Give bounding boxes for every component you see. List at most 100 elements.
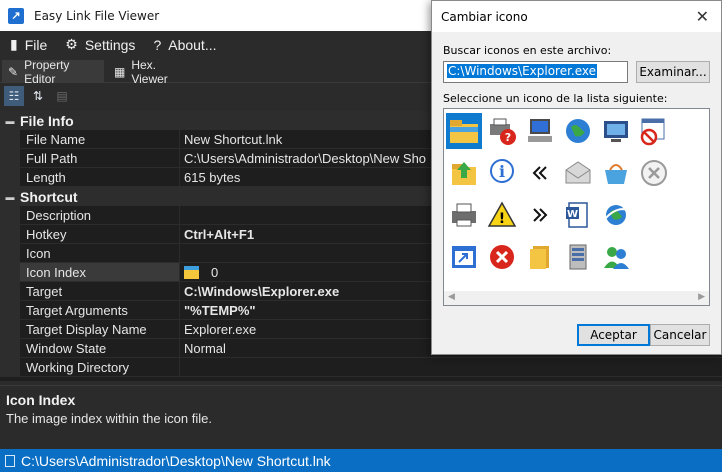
- svg-text:i: i: [499, 162, 505, 181]
- row-gutter: [0, 149, 20, 168]
- folder-up-icon[interactable]: [446, 155, 482, 191]
- svg-text:?: ?: [505, 131, 511, 144]
- document-icon[interactable]: W: [560, 197, 596, 233]
- globe-network-icon[interactable]: [598, 197, 634, 233]
- row-gutter: [0, 301, 20, 320]
- svg-text:W: W: [567, 209, 578, 220]
- property-name: Target Display Name: [20, 320, 180, 339]
- menu-file-label: File: [24, 36, 48, 53]
- fast-forward-icon[interactable]: [522, 197, 558, 233]
- cancel-circle-icon[interactable]: [636, 155, 672, 191]
- row-gutter: [0, 130, 20, 149]
- hex-grid-icon: ▦: [114, 64, 126, 79]
- window-blocked-icon[interactable]: [636, 113, 672, 149]
- change-icon-dialog: Cambiar icono ✕ Buscar iconos en este ar…: [431, 0, 722, 355]
- property-name: Icon Index: [20, 263, 180, 282]
- row-gutter: [0, 358, 20, 377]
- icon-index-value: 0: [211, 264, 219, 280]
- property-editor-icon: ✎: [8, 64, 19, 79]
- status-path: C:\Users\Administrador\Desktop\New Short…: [21, 452, 331, 469]
- users-icon[interactable]: [598, 239, 634, 275]
- menu-about[interactable]: ? About...: [153, 37, 216, 53]
- property-name: File Name: [20, 130, 180, 149]
- info-icon[interactable]: i: [484, 155, 520, 191]
- window-title: Easy Link File Viewer: [34, 8, 160, 23]
- error-icon[interactable]: [484, 239, 520, 275]
- rewind-icon[interactable]: [522, 155, 558, 191]
- category-label: Shortcut: [20, 188, 78, 205]
- property-value[interactable]: [180, 358, 722, 377]
- property-name: Working Directory: [20, 358, 180, 377]
- row-gutter: [0, 282, 20, 301]
- horizontal-scrollbar[interactable]: ◀ ▶: [444, 291, 709, 305]
- server-icon[interactable]: [560, 239, 596, 275]
- property-name: Target: [20, 282, 180, 301]
- warning-icon[interactable]: !: [484, 197, 520, 233]
- row-gutter: [0, 244, 20, 263]
- help-title: Icon Index: [6, 392, 76, 408]
- property-row-working-directory[interactable]: Working Directory: [0, 358, 722, 377]
- property-name: Length: [20, 168, 180, 187]
- sort-az-icon: ⇅: [32, 89, 44, 103]
- path-value: C:\Windows\Explorer.exe: [447, 64, 598, 78]
- property-name: Description: [20, 206, 180, 225]
- property-name: Target Arguments: [20, 301, 180, 320]
- search-label: Buscar iconos en este archivo:: [443, 44, 612, 57]
- computer-icon[interactable]: [522, 113, 558, 149]
- menu-settings-label: Settings: [84, 36, 136, 53]
- folders-icon[interactable]: [522, 239, 558, 275]
- property-name: Full Path: [20, 149, 180, 168]
- dialog-title: Cambiar icono: [441, 9, 528, 24]
- basket-icon[interactable]: [598, 155, 634, 191]
- ok-button[interactable]: Aceptar: [577, 324, 650, 346]
- menu-file[interactable]: ▮ File: [10, 36, 47, 53]
- row-gutter: [0, 320, 20, 339]
- icon-list[interactable]: ? i ! W ◀ ▶: [443, 108, 710, 306]
- browse-button[interactable]: Examinar...: [636, 61, 710, 83]
- alphabetical-sort-button[interactable]: ⇅: [28, 86, 48, 106]
- window-arrow-icon[interactable]: [446, 239, 482, 275]
- status-bar: C:\Users\Administrador\Desktop\New Short…: [0, 449, 722, 472]
- dialog-title-bar: Cambiar icono: [432, 1, 721, 32]
- tab-hex-viewer[interactable]: ▦ Hex. Viewer: [108, 57, 198, 86]
- question-icon: ?: [153, 36, 162, 53]
- cancel-button[interactable]: Cancelar: [650, 324, 710, 346]
- property-pages-icon: ▤: [56, 89, 68, 103]
- row-gutter: [0, 263, 20, 282]
- folder-icon[interactable]: [446, 113, 482, 149]
- tab-property-editor[interactable]: ✎ Property Editor: [2, 57, 104, 86]
- row-gutter: [0, 206, 20, 225]
- property-pages-button[interactable]: ▤: [52, 86, 72, 106]
- scroll-right-icon[interactable]: ▶: [698, 292, 705, 302]
- printer-error-icon[interactable]: ?: [484, 113, 520, 149]
- category-label: File Info: [20, 112, 74, 129]
- icon-list-label: Seleccione un icono de la lista siguient…: [443, 92, 668, 105]
- tab-property-editor-label: Property Editor: [24, 57, 70, 86]
- icon-file-path-input[interactable]: C:\Windows\Explorer.exe: [443, 61, 628, 83]
- svg-text:!: !: [499, 211, 505, 227]
- row-gutter: [0, 225, 20, 244]
- app-link-icon: ↗: [8, 7, 24, 24]
- property-name: Icon: [20, 244, 180, 263]
- collapse-icon[interactable]: ▬: [0, 192, 20, 202]
- help-description: The image index within the icon file.: [6, 411, 212, 426]
- property-name: Hotkey: [20, 225, 180, 244]
- property-name: Window State: [20, 339, 180, 358]
- globe-icon[interactable]: [560, 113, 596, 149]
- categorized-view-button[interactable]: ☷: [4, 86, 24, 106]
- scroll-left-icon[interactable]: ◀: [448, 292, 455, 302]
- folder-icon: [184, 265, 199, 279]
- collapse-icon[interactable]: ▬: [0, 116, 20, 126]
- row-gutter: [0, 168, 20, 187]
- printer-icon[interactable]: [446, 197, 482, 233]
- tab-hex-viewer-label: Hex. Viewer: [131, 57, 168, 86]
- menu-about-label: About...: [168, 36, 217, 53]
- help-panel: Icon Index The image index within the ic…: [0, 385, 722, 447]
- close-icon[interactable]: ✕: [696, 7, 709, 26]
- monitor-icon[interactable]: [598, 113, 634, 149]
- file-icon: [5, 454, 15, 467]
- categorized-icon: ☷: [8, 89, 20, 103]
- file-icon: ▮: [10, 36, 18, 52]
- menu-settings[interactable]: ⚙ Settings: [65, 36, 135, 53]
- envelope-icon[interactable]: [560, 155, 596, 191]
